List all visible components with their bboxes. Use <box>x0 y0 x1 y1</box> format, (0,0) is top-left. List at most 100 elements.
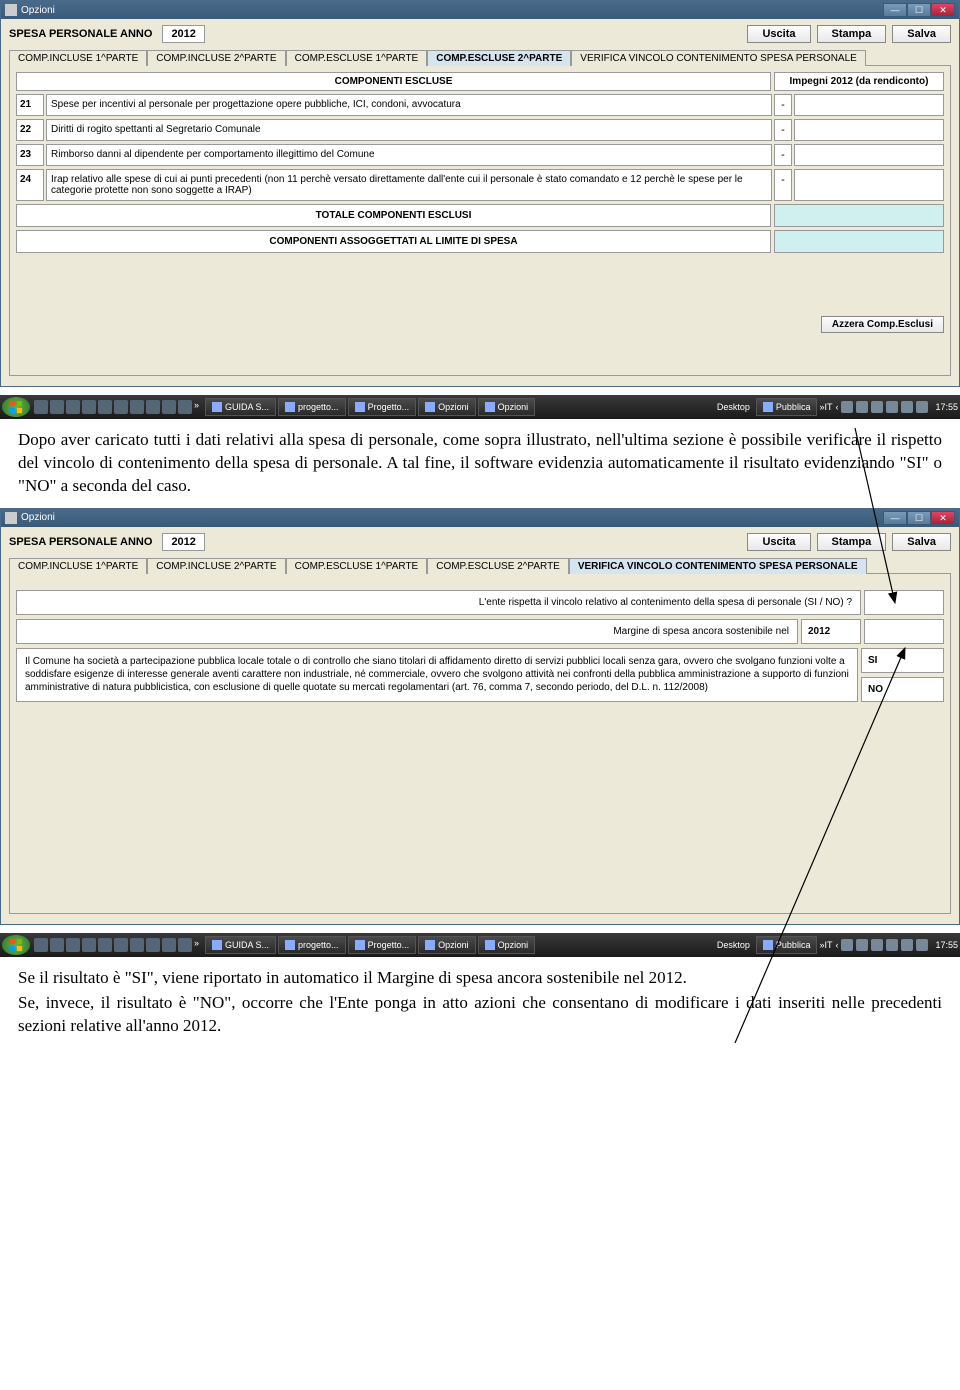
start-button[interactable] <box>2 397 30 417</box>
exit-button[interactable]: Uscita <box>747 533 810 551</box>
year-field[interactable]: 2012 <box>162 25 204 43</box>
ql-icon[interactable] <box>82 938 96 952</box>
taskbar-task[interactable]: progetto... <box>278 398 346 416</box>
tab-incluse1[interactable]: COMP.INCLUSE 1^PARTE <box>9 558 147 574</box>
tab-escluse1[interactable]: COMP.ESCLUSE 1^PARTE <box>286 558 428 574</box>
tab-verifica[interactable]: VERIFICA VINCOLO CONTENIMENTO SPESA PERS… <box>571 50 866 66</box>
tray-icon[interactable] <box>841 401 853 413</box>
desktop-label[interactable]: Desktop <box>717 402 750 412</box>
tray-icon[interactable] <box>856 939 868 951</box>
tab-incluse1[interactable]: COMP.INCLUSE 1^PARTE <box>9 50 147 66</box>
margine-label: Margine di spesa ancora sostenibile nel <box>16 619 798 644</box>
save-button[interactable]: Salva <box>892 25 951 43</box>
ql-icon[interactable] <box>114 400 128 414</box>
titlebar: Opzioni — ☐ ✕ <box>1 1 959 19</box>
taskbar-task[interactable]: Opzioni <box>478 398 536 416</box>
close-button[interactable]: ✕ <box>931 511 955 525</box>
tab-panel: COMPONENTI ESCLUSE Impegni 2012 (da rend… <box>9 66 951 376</box>
taskbar-task[interactable]: Pubblica <box>756 398 818 416</box>
tray-icon[interactable] <box>841 939 853 951</box>
ql-icon[interactable] <box>130 938 144 952</box>
tab-incluse2[interactable]: COMP.INCLUSE 2^PARTE <box>147 558 285 574</box>
tab-escluse1[interactable]: COMP.ESCLUSE 1^PARTE <box>286 50 428 66</box>
tab-escluse2[interactable]: COMP.ESCLUSE 2^PARTE <box>427 558 569 574</box>
ql-icon[interactable] <box>178 400 192 414</box>
ql-overflow-icon[interactable]: » <box>194 400 199 414</box>
taskbar-task[interactable]: Opzioni <box>418 936 476 954</box>
ql-icon[interactable] <box>98 400 112 414</box>
ql-icon[interactable] <box>162 400 176 414</box>
ql-icon[interactable] <box>146 938 160 952</box>
minimize-button[interactable]: — <box>883 3 907 17</box>
tray-icon[interactable] <box>871 939 883 951</box>
tray-icon[interactable] <box>901 939 913 951</box>
tab-incluse2[interactable]: COMP.INCLUSE 2^PARTE <box>147 50 285 66</box>
row-value-input[interactable] <box>794 169 944 201</box>
taskbar-task[interactable]: progetto... <box>278 936 346 954</box>
tray-expand-icon[interactable]: ‹ <box>835 940 838 950</box>
task-icon <box>355 402 365 412</box>
ql-icon[interactable] <box>162 938 176 952</box>
tray-expand-icon[interactable]: ‹ <box>835 402 838 412</box>
desktop-label[interactable]: Desktop <box>717 940 750 950</box>
clock[interactable]: 17:55 <box>935 940 958 950</box>
ql-icon[interactable] <box>82 400 96 414</box>
row-value-input[interactable] <box>794 119 944 141</box>
minimize-button[interactable]: — <box>883 511 907 525</box>
azzera-button[interactable]: Azzera Comp.Esclusi <box>821 316 944 333</box>
tray-icon[interactable] <box>901 401 913 413</box>
row-number: 22 <box>16 119 44 141</box>
taskbar-task[interactable]: Pubblica <box>756 936 818 954</box>
ql-icon[interactable] <box>98 938 112 952</box>
ql-icon[interactable] <box>50 938 64 952</box>
save-button[interactable]: Salva <box>892 533 951 551</box>
tab-escluse2[interactable]: COMP.ESCLUSE 2^PARTE <box>427 50 571 66</box>
maximize-button[interactable]: ☐ <box>907 3 931 17</box>
row-sign: - <box>774 94 792 116</box>
ql-icon[interactable] <box>146 400 160 414</box>
tray-icon[interactable] <box>916 401 928 413</box>
task-label: GUIDA S... <box>225 402 269 412</box>
no-button[interactable]: NO <box>861 677 944 702</box>
tray-icon[interactable] <box>856 401 868 413</box>
tray-icon[interactable] <box>886 401 898 413</box>
window-title: Opzioni <box>21 5 883 16</box>
ql-icon[interactable] <box>34 400 48 414</box>
start-button[interactable] <box>2 935 30 955</box>
ql-icon[interactable] <box>34 938 48 952</box>
ql-icon[interactable] <box>114 938 128 952</box>
taskbar-task[interactable]: Opzioni <box>478 936 536 954</box>
tray-icon[interactable] <box>871 401 883 413</box>
tab-verifica[interactable]: VERIFICA VINCOLO CONTENIMENTO SPESA PERS… <box>569 558 867 574</box>
exit-button[interactable]: Uscita <box>747 25 810 43</box>
ql-icon[interactable] <box>66 938 80 952</box>
taskbar-task[interactable]: GUIDA S... <box>205 936 276 954</box>
lang-indicator[interactable]: IT <box>824 940 832 950</box>
taskbar-task[interactable]: GUIDA S... <box>205 398 276 416</box>
print-button[interactable]: Stampa <box>817 25 887 43</box>
clock[interactable]: 17:55 <box>935 402 958 412</box>
year-field[interactable]: 2012 <box>162 533 204 551</box>
taskbar-task[interactable]: Opzioni <box>418 398 476 416</box>
vincolo-result-field <box>864 590 944 615</box>
taskbar-task[interactable]: Progetto... <box>348 936 417 954</box>
maximize-button[interactable]: ☐ <box>907 511 931 525</box>
ql-icon[interactable] <box>130 400 144 414</box>
task-icon <box>763 402 773 412</box>
ql-icon[interactable] <box>178 938 192 952</box>
ql-overflow-icon[interactable]: » <box>194 938 199 952</box>
table-row: 22 Diritti di rogito spettanti al Segret… <box>16 119 944 141</box>
task-icon <box>485 940 495 950</box>
taskbar-task[interactable]: Progetto... <box>348 398 417 416</box>
print-button[interactable]: Stampa <box>817 533 887 551</box>
row-value-input[interactable] <box>794 144 944 166</box>
tray-icon[interactable] <box>916 939 928 951</box>
si-button[interactable]: SI <box>861 648 944 673</box>
lang-indicator[interactable]: IT <box>824 402 832 412</box>
task-label: Opzioni <box>438 940 469 950</box>
ql-icon[interactable] <box>50 400 64 414</box>
ql-icon[interactable] <box>66 400 80 414</box>
close-button[interactable]: ✕ <box>931 3 955 17</box>
tray-icon[interactable] <box>886 939 898 951</box>
row-value-input[interactable] <box>794 94 944 116</box>
